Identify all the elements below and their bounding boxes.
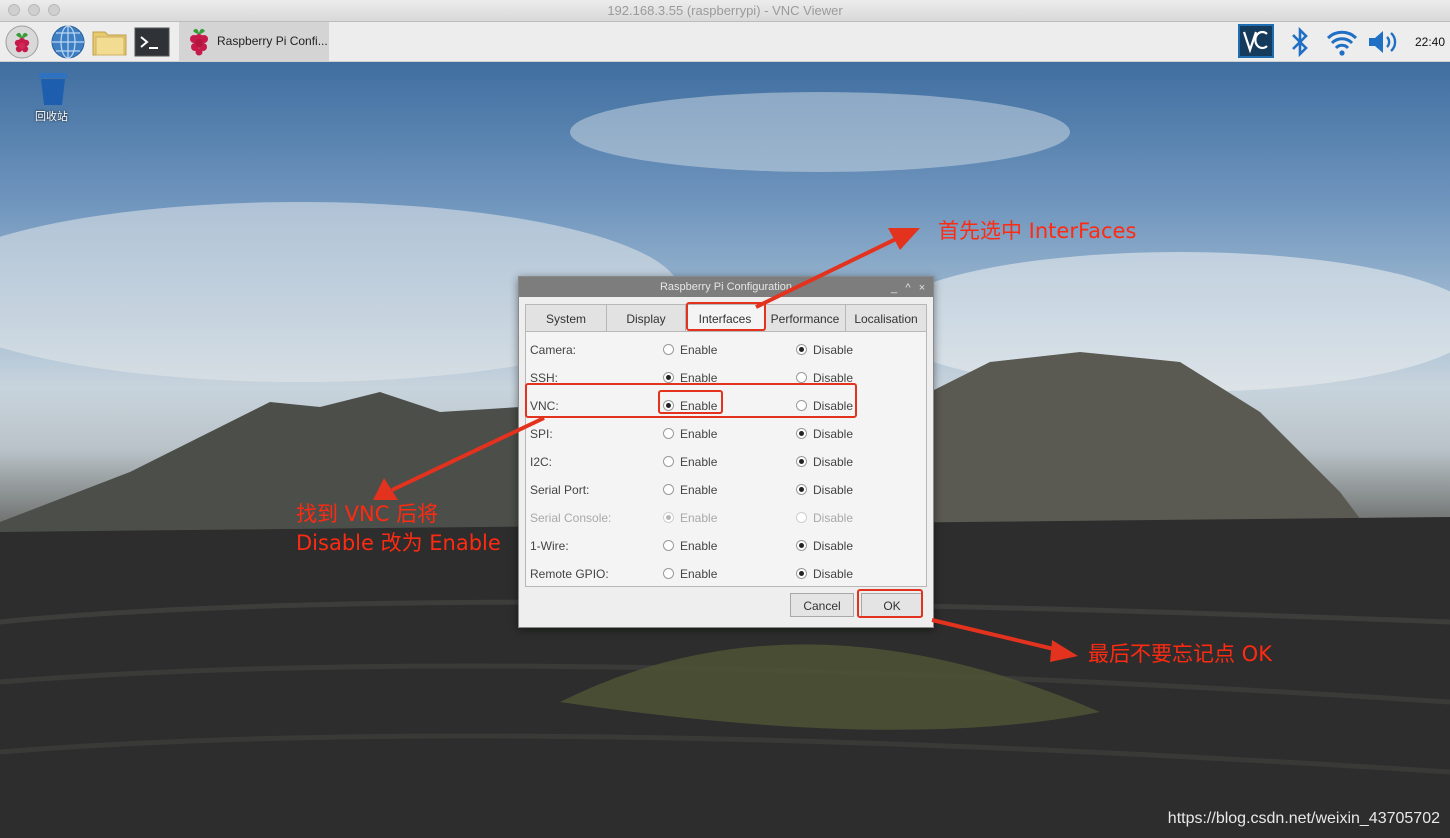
note-click-ok: 最后不要忘记点 OK — [1088, 642, 1272, 666]
annotation-arrows — [373, 228, 1078, 662]
arrow-to-interfaces-note — [755, 236, 899, 309]
note-vnc-line2: Disable 改为 Enable — [296, 531, 501, 555]
arrow-to-vnc-note — [391, 416, 545, 492]
note-select-interfaces: 首先选中 InterFaces — [938, 219, 1137, 243]
note-vnc-line1: 找到 VNC 后将 — [296, 502, 439, 526]
arrow-to-ok-note — [931, 618, 1059, 652]
arrow-head-ok — [1050, 640, 1078, 662]
